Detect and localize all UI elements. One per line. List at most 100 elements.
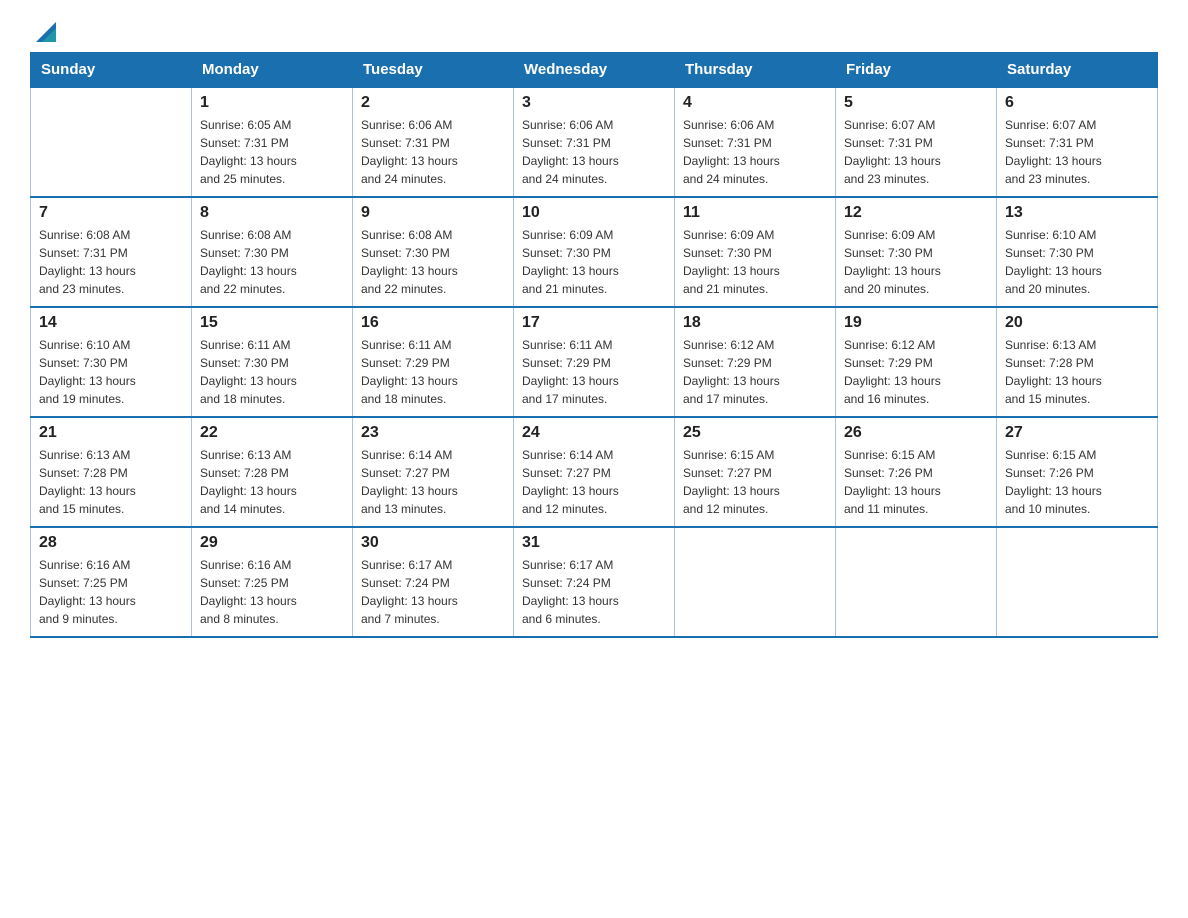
calendar-cell: 6 Sunrise: 6:07 AM Sunset: 7:31 PM Daylig… <box>997 87 1158 197</box>
calendar-cell: 7 Sunrise: 6:08 AM Sunset: 7:31 PM Daylig… <box>31 197 192 307</box>
day-info: Sunrise: 6:13 AM Sunset: 7:28 PM Dayligh… <box>1005 336 1149 408</box>
calendar-cell: 14 Sunrise: 6:10 AM Sunset: 7:30 PM Dayli… <box>31 307 192 417</box>
day-info: Sunrise: 6:11 AM Sunset: 7:30 PM Dayligh… <box>200 336 344 408</box>
day-info: Sunrise: 6:17 AM Sunset: 7:24 PM Dayligh… <box>522 556 666 628</box>
day-number: 22 <box>200 424 344 442</box>
day-number: 10 <box>522 204 666 222</box>
day-header-saturday: Saturday <box>997 53 1158 88</box>
day-info: Sunrise: 6:09 AM Sunset: 7:30 PM Dayligh… <box>844 226 988 298</box>
day-info: Sunrise: 6:09 AM Sunset: 7:30 PM Dayligh… <box>683 226 827 298</box>
day-info: Sunrise: 6:06 AM Sunset: 7:31 PM Dayligh… <box>522 116 666 188</box>
calendar-cell <box>836 527 997 637</box>
day-number: 2 <box>361 94 505 112</box>
day-info: Sunrise: 6:08 AM Sunset: 7:30 PM Dayligh… <box>200 226 344 298</box>
day-info: Sunrise: 6:06 AM Sunset: 7:31 PM Dayligh… <box>361 116 505 188</box>
day-info: Sunrise: 6:09 AM Sunset: 7:30 PM Dayligh… <box>522 226 666 298</box>
day-number: 4 <box>683 94 827 112</box>
calendar-cell: 28 Sunrise: 6:16 AM Sunset: 7:25 PM Dayli… <box>31 527 192 637</box>
calendar-cell: 23 Sunrise: 6:14 AM Sunset: 7:27 PM Dayli… <box>353 417 514 527</box>
day-number: 25 <box>683 424 827 442</box>
calendar-week-row: 21 Sunrise: 6:13 AM Sunset: 7:28 PM Dayli… <box>31 417 1158 527</box>
day-number: 30 <box>361 534 505 552</box>
calendar-cell <box>31 87 192 197</box>
day-header-sunday: Sunday <box>31 53 192 88</box>
calendar-cell: 10 Sunrise: 6:09 AM Sunset: 7:30 PM Dayli… <box>514 197 675 307</box>
calendar-cell: 9 Sunrise: 6:08 AM Sunset: 7:30 PM Daylig… <box>353 197 514 307</box>
calendar-cell: 20 Sunrise: 6:13 AM Sunset: 7:28 PM Dayli… <box>997 307 1158 417</box>
calendar-cell: 17 Sunrise: 6:11 AM Sunset: 7:29 PM Dayli… <box>514 307 675 417</box>
calendar-cell: 1 Sunrise: 6:05 AM Sunset: 7:31 PM Daylig… <box>192 87 353 197</box>
day-info: Sunrise: 6:08 AM Sunset: 7:31 PM Dayligh… <box>39 226 183 298</box>
calendar-cell: 11 Sunrise: 6:09 AM Sunset: 7:30 PM Dayli… <box>675 197 836 307</box>
calendar-cell: 3 Sunrise: 6:06 AM Sunset: 7:31 PM Daylig… <box>514 87 675 197</box>
calendar-cell: 15 Sunrise: 6:11 AM Sunset: 7:30 PM Dayli… <box>192 307 353 417</box>
day-info: Sunrise: 6:14 AM Sunset: 7:27 PM Dayligh… <box>522 446 666 518</box>
day-number: 15 <box>200 314 344 332</box>
calendar-cell: 26Sunrise: 6:15 AM Sunset: 7:26 PM Dayli… <box>836 417 997 527</box>
day-info: Sunrise: 6:10 AM Sunset: 7:30 PM Dayligh… <box>1005 226 1149 298</box>
calendar-cell: 4Sunrise: 6:06 AM Sunset: 7:31 PM Daylig… <box>675 87 836 197</box>
day-number: 1 <box>200 94 344 112</box>
calendar-cell: 18 Sunrise: 6:12 AM Sunset: 7:29 PM Dayli… <box>675 307 836 417</box>
day-info: Sunrise: 6:07 AM Sunset: 7:31 PM Dayligh… <box>844 116 988 188</box>
day-number: 13 <box>1005 204 1149 222</box>
day-number: 3 <box>522 94 666 112</box>
day-info: Sunrise: 6:17 AM Sunset: 7:24 PM Dayligh… <box>361 556 505 628</box>
day-header-thursday: Thursday <box>675 53 836 88</box>
calendar-cell: 12 Sunrise: 6:09 AM Sunset: 7:30 PM Dayli… <box>836 197 997 307</box>
day-info: Sunrise: 6:13 AM Sunset: 7:28 PM Dayligh… <box>39 446 183 518</box>
day-number: 8 <box>200 204 344 222</box>
day-info: Sunrise: 6:13 AM Sunset: 7:28 PM Dayligh… <box>200 446 344 518</box>
day-number: 7 <box>39 204 183 222</box>
day-header-tuesday: Tuesday <box>353 53 514 88</box>
calendar-cell: 19 Sunrise: 6:12 AM Sunset: 7:29 PM Dayli… <box>836 307 997 417</box>
logo <box>30 20 60 42</box>
day-info: Sunrise: 6:11 AM Sunset: 7:29 PM Dayligh… <box>522 336 666 408</box>
calendar-cell: 31Sunrise: 6:17 AM Sunset: 7:24 PM Dayli… <box>514 527 675 637</box>
day-info: Sunrise: 6:12 AM Sunset: 7:29 PM Dayligh… <box>844 336 988 408</box>
day-header-friday: Friday <box>836 53 997 88</box>
calendar-week-row: 7 Sunrise: 6:08 AM Sunset: 7:31 PM Daylig… <box>31 197 1158 307</box>
day-number: 29 <box>200 534 344 552</box>
day-info: Sunrise: 6:05 AM Sunset: 7:31 PM Dayligh… <box>200 116 344 188</box>
day-number: 5 <box>844 94 988 112</box>
calendar-cell: 25 Sunrise: 6:15 AM Sunset: 7:27 PM Dayli… <box>675 417 836 527</box>
day-info: Sunrise: 6:15 AM Sunset: 7:27 PM Dayligh… <box>683 446 827 518</box>
day-info: Sunrise: 6:16 AM Sunset: 7:25 PM Dayligh… <box>200 556 344 628</box>
calendar-cell <box>675 527 836 637</box>
calendar-header-row: SundayMondayTuesdayWednesdayThursdayFrid… <box>31 53 1158 88</box>
calendar-cell: 24 Sunrise: 6:14 AM Sunset: 7:27 PM Dayli… <box>514 417 675 527</box>
day-number: 27 <box>1005 424 1149 442</box>
calendar-cell: 27 Sunrise: 6:15 AM Sunset: 7:26 PM Dayli… <box>997 417 1158 527</box>
calendar-cell: 13 Sunrise: 6:10 AM Sunset: 7:30 PM Dayli… <box>997 197 1158 307</box>
calendar-cell: 16Sunrise: 6:11 AM Sunset: 7:29 PM Dayli… <box>353 307 514 417</box>
day-number: 17 <box>522 314 666 332</box>
calendar-cell: 22 Sunrise: 6:13 AM Sunset: 7:28 PM Dayli… <box>192 417 353 527</box>
day-info: Sunrise: 6:10 AM Sunset: 7:30 PM Dayligh… <box>39 336 183 408</box>
calendar-week-row: 14 Sunrise: 6:10 AM Sunset: 7:30 PM Dayli… <box>31 307 1158 417</box>
day-info: Sunrise: 6:16 AM Sunset: 7:25 PM Dayligh… <box>39 556 183 628</box>
day-info: Sunrise: 6:11 AM Sunset: 7:29 PM Dayligh… <box>361 336 505 408</box>
day-header-monday: Monday <box>192 53 353 88</box>
day-info: Sunrise: 6:15 AM Sunset: 7:26 PM Dayligh… <box>1005 446 1149 518</box>
day-number: 23 <box>361 424 505 442</box>
day-number: 6 <box>1005 94 1149 112</box>
day-info: Sunrise: 6:15 AM Sunset: 7:26 PM Dayligh… <box>844 446 988 518</box>
day-number: 11 <box>683 204 827 222</box>
day-info: Sunrise: 6:14 AM Sunset: 7:27 PM Dayligh… <box>361 446 505 518</box>
page-header <box>30 20 1158 42</box>
day-number: 9 <box>361 204 505 222</box>
day-number: 19 <box>844 314 988 332</box>
logo-icon <box>32 18 60 46</box>
day-number: 12 <box>844 204 988 222</box>
day-number: 14 <box>39 314 183 332</box>
day-number: 18 <box>683 314 827 332</box>
day-number: 20 <box>1005 314 1149 332</box>
day-number: 21 <box>39 424 183 442</box>
day-info: Sunrise: 6:07 AM Sunset: 7:31 PM Dayligh… <box>1005 116 1149 188</box>
calendar-week-row: 28 Sunrise: 6:16 AM Sunset: 7:25 PM Dayli… <box>31 527 1158 637</box>
day-info: Sunrise: 6:12 AM Sunset: 7:29 PM Dayligh… <box>683 336 827 408</box>
day-info: Sunrise: 6:08 AM Sunset: 7:30 PM Dayligh… <box>361 226 505 298</box>
day-number: 24 <box>522 424 666 442</box>
day-number: 28 <box>39 534 183 552</box>
